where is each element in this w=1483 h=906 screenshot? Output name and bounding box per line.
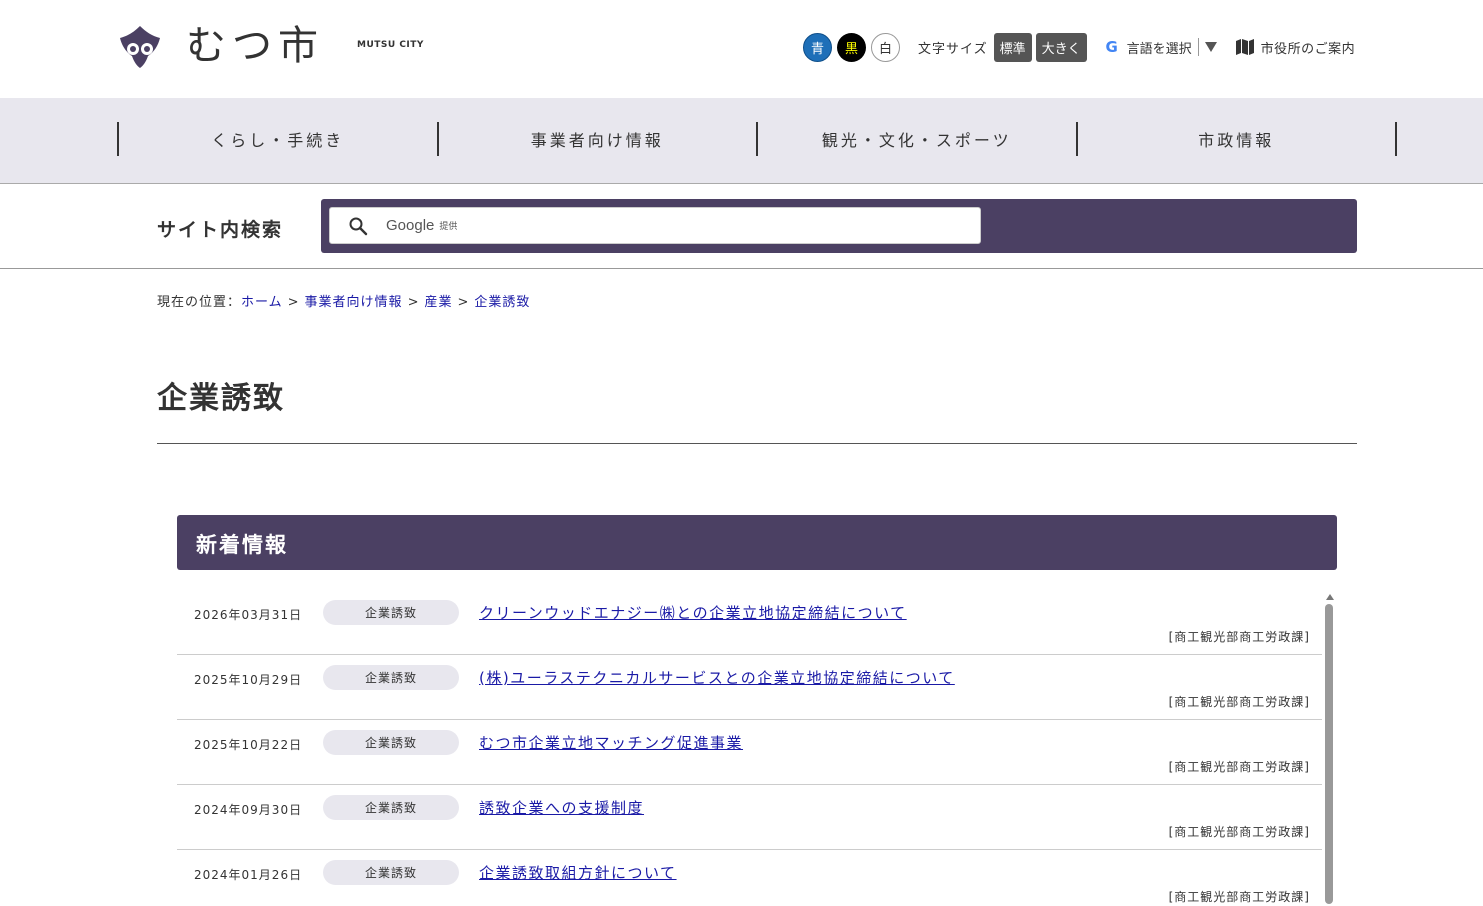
breadcrumb-separator: > <box>287 295 300 310</box>
map-icon <box>1235 39 1254 55</box>
news-link[interactable]: むつ市企業立地マッチング促進事業 <box>479 732 743 753</box>
news-category-tag: 企業誘致 <box>323 600 459 625</box>
logo-text: むつ市 <box>186 23 324 69</box>
language-selector[interactable]: G 言語を選択 <box>1103 38 1217 57</box>
news-item: 2024年01月26日 企業誘致 企業誘致取組方針について [商工観光部商工労政… <box>177 850 1322 906</box>
news-date: 2026年03月31日 <box>194 608 303 622</box>
site-logo[interactable]: むつ市 <box>116 22 324 70</box>
news-heading-bar: 新着情報 <box>177 515 1337 570</box>
color-black-button[interactable]: 黒 <box>837 32 866 62</box>
news-date: 2025年10月22日 <box>194 738 303 752</box>
color-white-button[interactable]: 白 <box>871 32 900 62</box>
font-size-standard-button[interactable]: 標準 <box>993 32 1032 62</box>
breadcrumb: 現在の位置：ホーム > 事業者向け情報 > 産業 > 企業誘致 <box>157 291 530 310</box>
nav-item-tourism[interactable]: 観光・文化・スポーツ <box>758 122 1078 156</box>
breadcrumb-industry[interactable]: 産業 <box>424 295 452 310</box>
scrollbar-thumb[interactable] <box>1325 604 1333 904</box>
news-link[interactable]: 企業誘致取組方針について <box>479 862 677 883</box>
news-item: 2025年10月22日 企業誘致 むつ市企業立地マッチング促進事業 [商工観光部… <box>177 720 1322 785</box>
city-emblem-icon <box>120 26 160 68</box>
site-header: むつ市 MUTSU CITY 青 黒 白 文字サイズ 標準 大きく G 言語を選… <box>0 0 1483 98</box>
news-category-tag: 企業誘致 <box>323 795 459 820</box>
dropdown-arrow-icon <box>1204 42 1217 52</box>
news-item: 2026年03月31日 企業誘致 クリーンウッドエナジー㈱との企業立地協定締結に… <box>177 590 1322 655</box>
google-icon: G <box>1105 38 1118 56</box>
news-department: [商工観光部商工労政課] <box>1168 825 1310 839</box>
news-category-tag: 企業誘致 <box>323 730 459 755</box>
news-item: 2024年09月30日 企業誘致 誘致企業への支援制度 [商工観光部商工労政課] <box>177 785 1322 850</box>
news-department: [商工観光部商工労政課] <box>1168 760 1310 774</box>
breadcrumb-business[interactable]: 事業者向け情報 <box>305 295 403 310</box>
language-divider <box>1197 38 1199 56</box>
news-department: [商工観光部商工労政課] <box>1168 695 1310 709</box>
title-divider <box>157 443 1357 444</box>
guide-label: 市役所のご案内 <box>1260 41 1356 57</box>
nav-item-business[interactable]: 事業者向け情報 <box>439 122 758 156</box>
language-label: 言語を選択 <box>1126 41 1192 57</box>
font-size-large-button[interactable]: 大きく <box>1035 32 1087 62</box>
news-date: 2024年09月30日 <box>194 803 303 817</box>
search-icon <box>349 217 368 235</box>
font-size-label: 文字サイズ <box>918 41 988 57</box>
breadcrumb-home[interactable]: ホーム <box>241 295 283 310</box>
logo-subtitle: MUTSU CITY <box>357 40 424 50</box>
site-search: サイト内検索 Google 提供 <box>0 184 1483 269</box>
news-link[interactable]: (株)ユーラステクニカルサービスとの企業立地協定締結について <box>479 667 955 688</box>
google-provided-label: 提供 <box>439 222 458 232</box>
news-scrollbar[interactable] <box>1325 594 1334 906</box>
page-title: 企業誘致 <box>157 381 285 416</box>
color-blue-button[interactable]: 青 <box>803 32 832 62</box>
breadcrumb-prefix: 現在の位置： <box>157 295 242 310</box>
nav-item-living[interactable]: くらし・手続き <box>119 122 439 156</box>
scroll-up-icon[interactable] <box>1325 594 1334 600</box>
news-category-tag: 企業誘致 <box>323 860 459 885</box>
news-list: 2026年03月31日 企業誘致 クリーンウッドエナジー㈱との企業立地協定締結に… <box>177 590 1322 906</box>
breadcrumb-separator: > <box>457 295 470 310</box>
city-hall-guide-link[interactable]: 市役所のご案内 <box>1235 38 1356 57</box>
search-label: サイト内検索 <box>157 219 284 241</box>
news-link[interactable]: クリーンウッドエナジー㈱との企業立地協定締結について <box>479 602 907 623</box>
header-tools: 青 黒 白 文字サイズ 標準 大きく G 言語を選択 市役所のご案内 <box>803 32 1355 62</box>
search-bar: Google 提供 <box>321 199 1357 253</box>
news-department: [商工観光部商工労政課] <box>1168 890 1310 904</box>
news-item: 2025年10月29日 企業誘致 (株)ユーラステクニカルサービスとの企業立地協… <box>177 655 1322 720</box>
news-date: 2024年01月26日 <box>194 868 303 882</box>
breadcrumb-current[interactable]: 企業誘致 <box>474 295 530 310</box>
news-date: 2025年10月29日 <box>194 673 303 687</box>
google-brand: Google <box>386 217 435 234</box>
news-link[interactable]: 誘致企業への支援制度 <box>479 797 644 818</box>
global-nav: くらし・手続き 事業者向け情報 観光・文化・スポーツ 市政情報 <box>0 98 1483 184</box>
news-heading: 新着情報 <box>196 533 288 557</box>
nav-item-city-admin[interactable]: 市政情報 <box>1078 122 1397 156</box>
news-department: [商工観光部商工労政課] <box>1168 630 1310 644</box>
search-input[interactable]: Google 提供 <box>329 207 981 244</box>
news-category-tag: 企業誘致 <box>323 665 459 690</box>
breadcrumb-separator: > <box>407 295 420 310</box>
